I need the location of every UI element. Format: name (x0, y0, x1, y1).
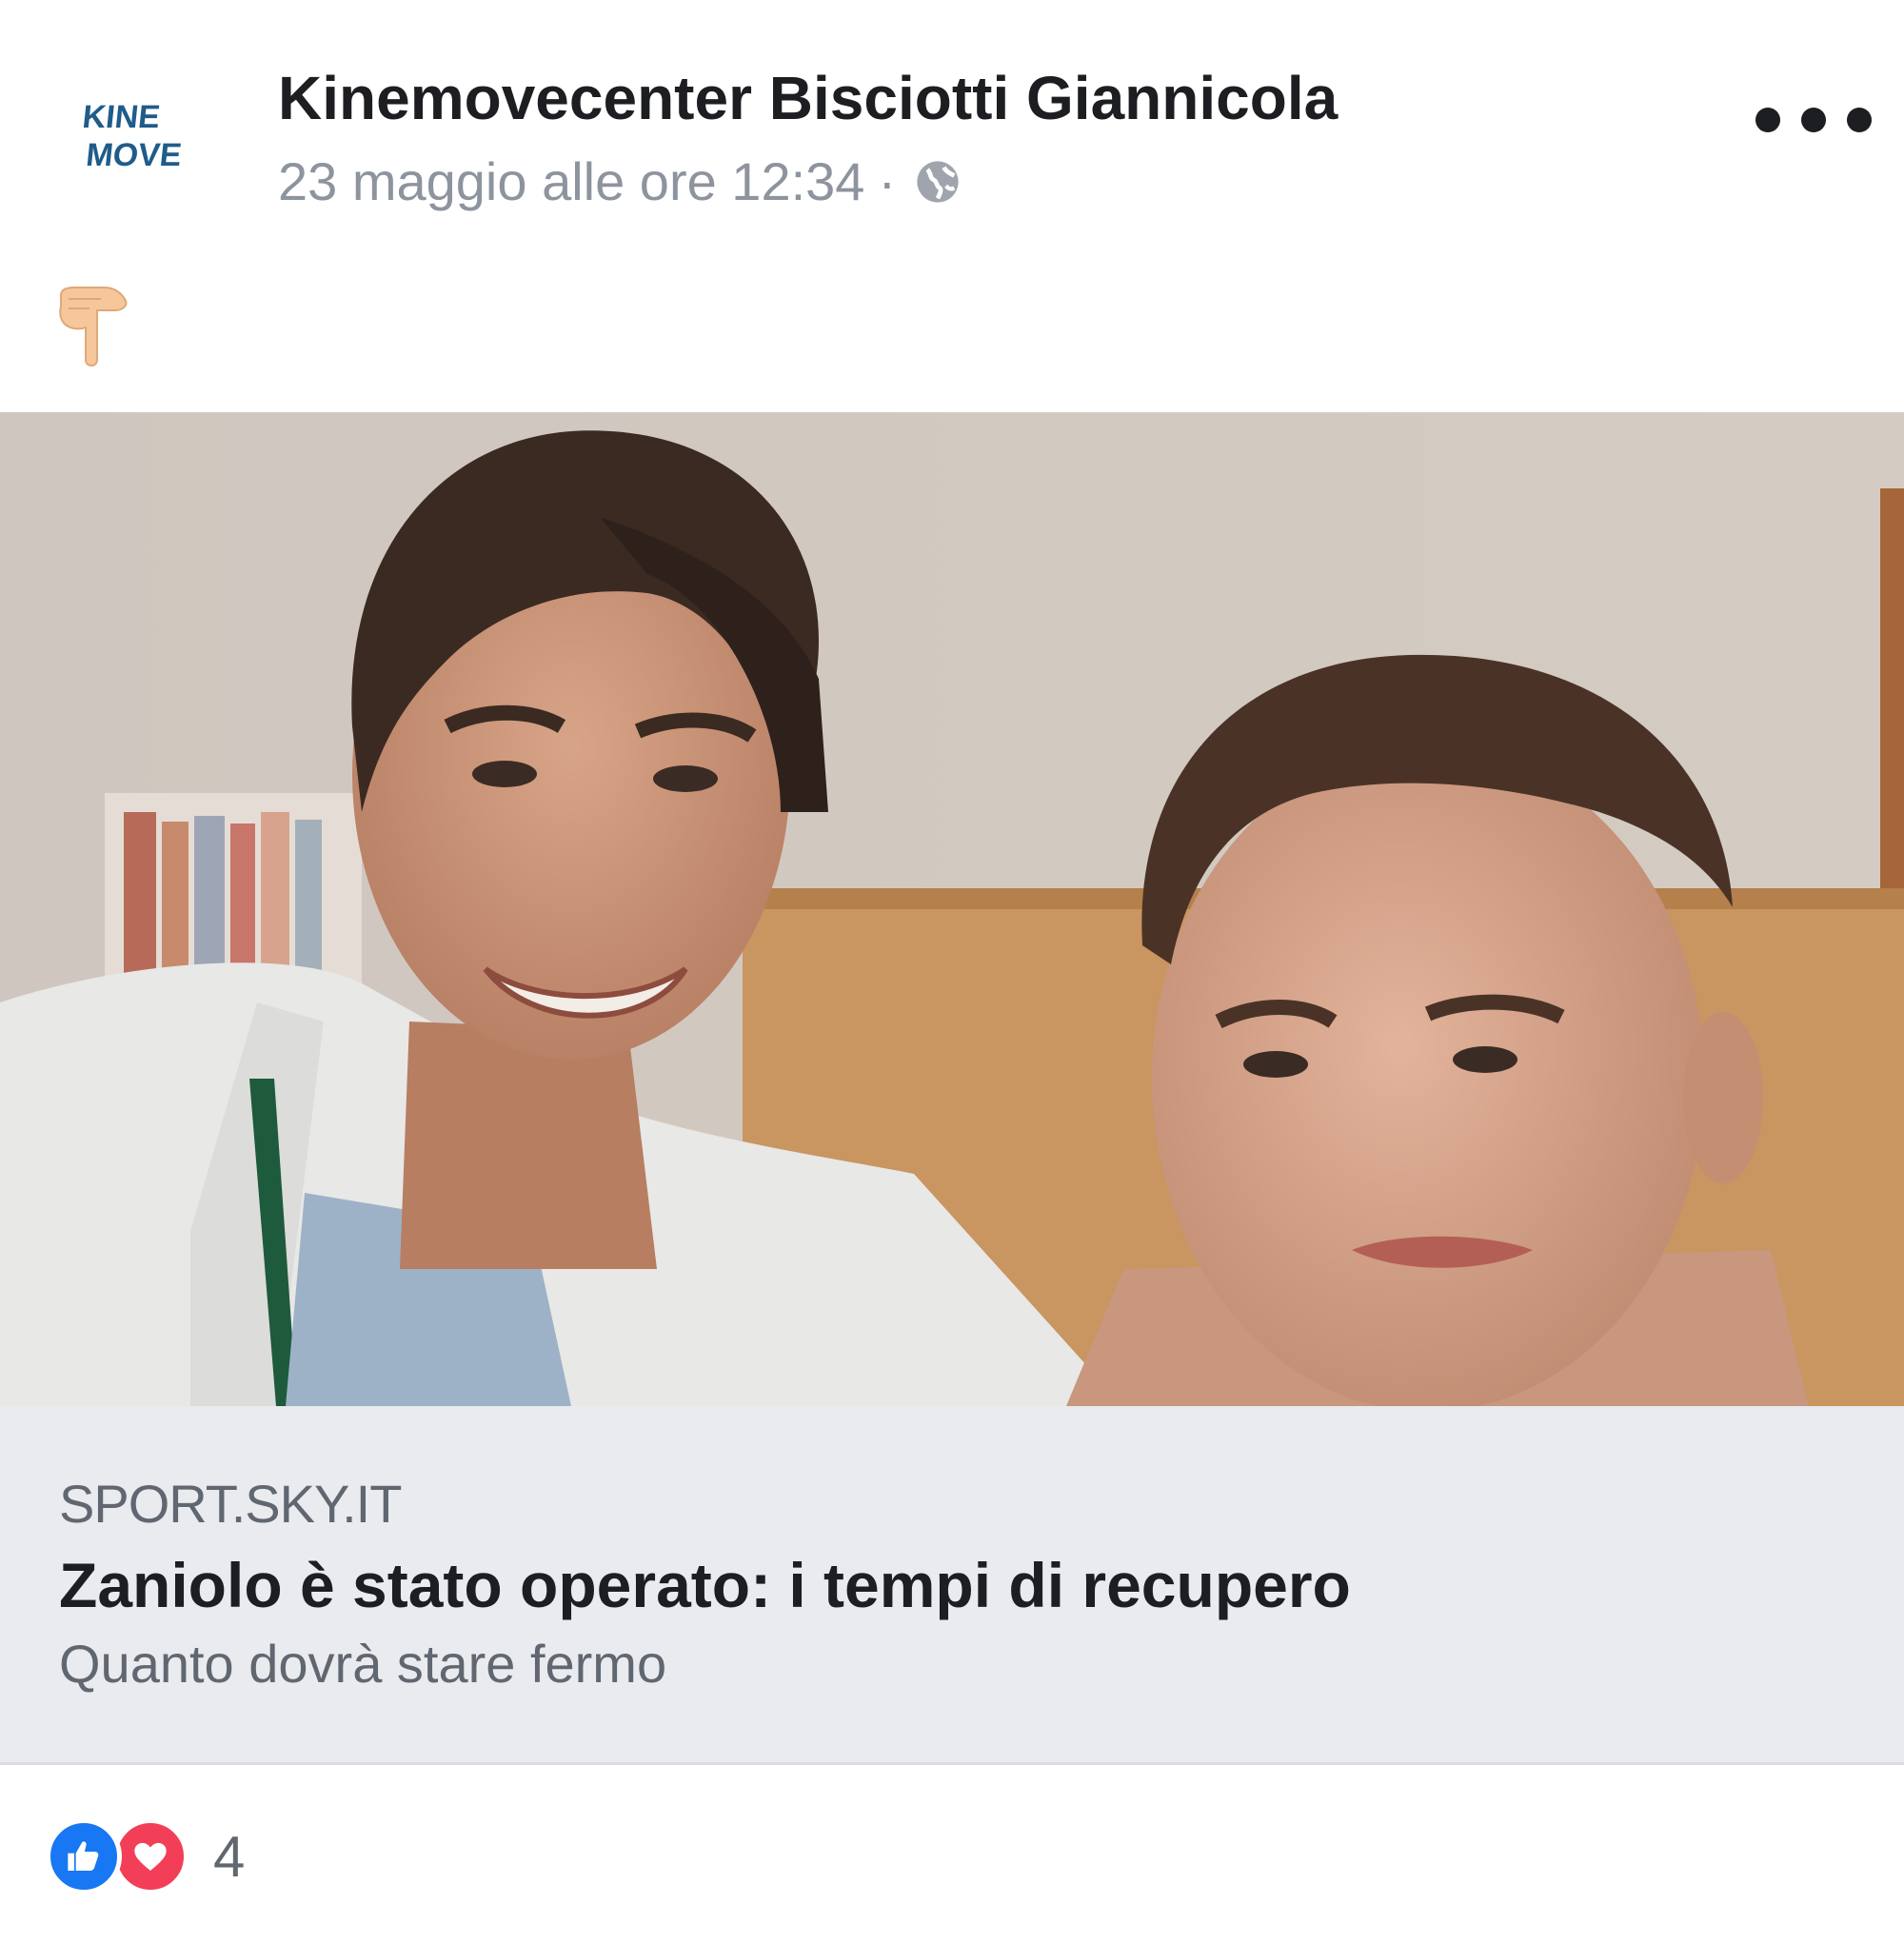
love-icon (112, 1818, 188, 1894)
more-dot (1847, 108, 1872, 132)
kinemove-logo: KINE MOVE (81, 99, 184, 173)
svg-text:MOVE: MOVE (85, 137, 184, 173)
more-options-icon[interactable] (1755, 91, 1872, 149)
post-timestamp[interactable]: 23 maggio alle ore 12:34 (278, 150, 864, 212)
pointing-down-emoji-icon (55, 286, 131, 371)
link-domain: SPORT.SKY.IT (59, 1474, 402, 1534)
page-avatar[interactable]: KINE MOVE (69, 88, 221, 192)
link-headline[interactable]: Zaniolo è stato operato: i tempi di recu… (59, 1549, 1351, 1621)
page-name-link[interactable]: Kinemovecenter Bisciotti Giannicola (278, 63, 1338, 133)
post-meta: 23 maggio alle ore 12:34 · (278, 150, 962, 212)
reactions-summary[interactable]: 4 (46, 1814, 245, 1899)
meta-separator: · (878, 151, 897, 211)
svg-text:KINE: KINE (81, 99, 162, 135)
link-preview-info[interactable]: SPORT.SKY.IT Zaniolo è stato operato: i … (0, 1406, 1904, 1765)
more-dot (1755, 108, 1780, 132)
globe-icon[interactable] (913, 157, 962, 207)
like-icon (46, 1818, 122, 1894)
facebook-post: KINE MOVE Kinemovecenter Bisciotti Giann… (0, 0, 1904, 1944)
more-dot (1801, 108, 1826, 132)
link-description: Quanto dovrà stare fermo (59, 1634, 667, 1694)
reaction-count: 4 (213, 1824, 246, 1889)
link-preview-image[interactable] (0, 412, 1904, 1406)
